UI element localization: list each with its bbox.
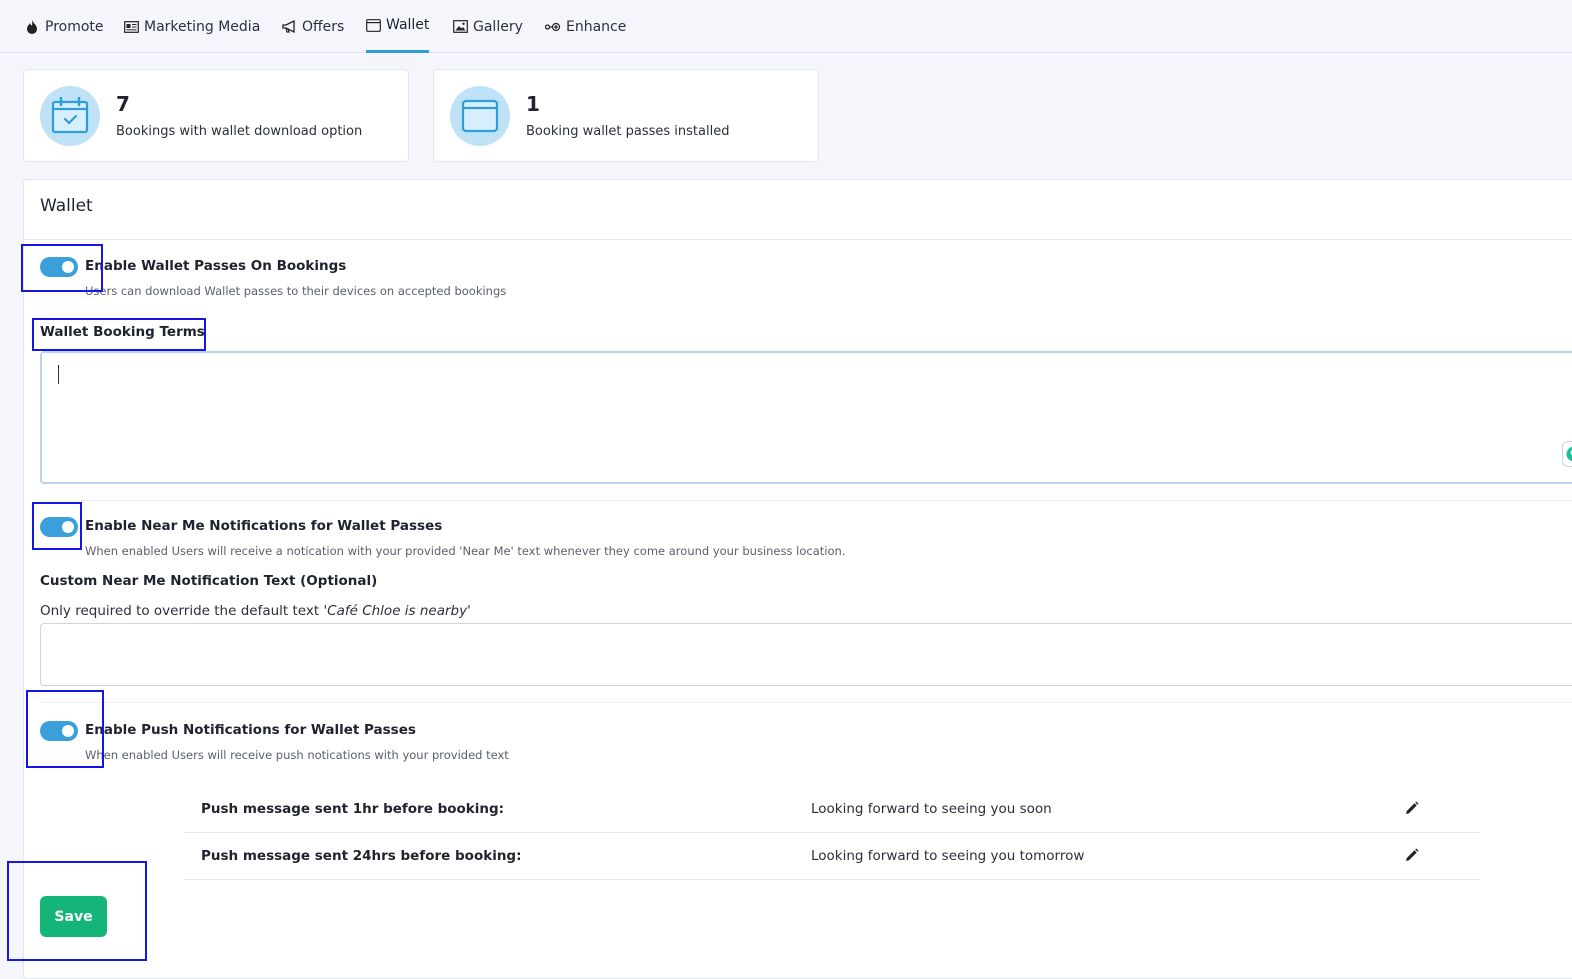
wallet-card-icon [450,86,510,146]
edit-push-24hr-button[interactable] [1402,846,1420,864]
enable-push-toggle[interactable] [40,721,78,741]
enhance-icon [545,19,561,35]
help-text: Only required to override the default te… [40,603,319,619]
table-row: Push message sent 24hrs before booking: … [185,833,1479,880]
text-caret [58,365,59,384]
enable-near-me-toggle[interactable] [40,517,78,537]
image-icon [452,19,468,35]
tab-label: Wallet [386,17,429,33]
tab-label: Enhance [566,19,626,35]
stat-value: 7 [116,92,130,116]
tab-label: Promote [45,19,104,35]
enable-wallet-passes-title: Enable Wallet Passes On Bookings [85,258,346,274]
grammar-assistant-icon[interactable] [1562,441,1572,467]
enable-wallet-passes-description: Users can download Wallet passes to thei… [85,284,506,298]
enable-push-title: Enable Push Notifications for Wallet Pas… [85,722,416,738]
push-message-value: Looking forward to seeing you soon [811,801,1052,817]
wallet-icon [366,17,381,33]
panel-title: Wallet [40,196,93,216]
pencil-icon [1404,801,1419,816]
enable-wallet-passes-toggle[interactable] [40,257,78,277]
enable-near-me-description: When enabled Users will receive a notica… [85,544,845,558]
tab-enhance[interactable]: Enhance [545,0,626,53]
divider [40,500,1572,501]
push-message-key: Push message sent 24hrs before booking: [201,848,522,864]
custom-near-me-help: Only required to override the default te… [40,603,471,619]
megaphone-icon [281,19,297,35]
enable-push-description: When enabled Users will receive push not… [85,748,509,762]
wallet-booking-terms-label: Wallet Booking Terms [40,324,205,340]
tab-label: Gallery [473,19,523,35]
media-icon [123,19,139,35]
custom-near-me-input[interactable] [40,623,1572,686]
wallet-panel: Wallet Enable Wallet Passes On Bookings … [23,179,1572,979]
push-messages-table: Push message sent 1hr before booking: Lo… [185,786,1479,880]
tab-label: Offers [302,19,344,35]
tab-gallery[interactable]: Gallery [452,0,523,53]
stat-label: Bookings with wallet download option [116,124,362,139]
tab-offers[interactable]: Offers [281,0,344,53]
table-row: Push message sent 1hr before booking: Lo… [185,786,1479,833]
divider [24,239,1572,240]
tab-label: Marketing Media [144,19,260,35]
flame-icon [24,19,40,35]
stat-card-passes-installed: 1 Booking wallet passes installed [433,69,819,162]
default-text: 'Café Chloe is nearby' [323,603,470,619]
divider [40,702,1572,703]
tab-promote[interactable]: Promote [24,0,104,53]
wallet-booking-terms-textarea[interactable] [40,351,1572,484]
edit-push-1hr-button[interactable] [1402,799,1420,817]
tab-wallet[interactable]: Wallet [366,0,429,53]
custom-near-me-label: Custom Near Me Notification Text (Option… [40,573,377,589]
tab-marketing-media[interactable]: Marketing Media [123,0,260,53]
save-button[interactable]: Save [40,896,107,937]
push-message-key: Push message sent 1hr before booking: [201,801,504,817]
stat-card-wallet-download: 7 Bookings with wallet download option [23,69,409,162]
top-tab-bar: Promote Marketing Media Offers Wallet Ga… [0,0,1572,53]
pencil-icon [1404,848,1419,863]
calendar-check-icon [40,86,100,146]
stat-value: 1 [526,92,540,116]
enable-near-me-title: Enable Near Me Notifications for Wallet … [85,518,442,534]
push-message-value: Looking forward to seeing you tomorrow [811,848,1084,864]
stat-label: Booking wallet passes installed [526,124,729,139]
